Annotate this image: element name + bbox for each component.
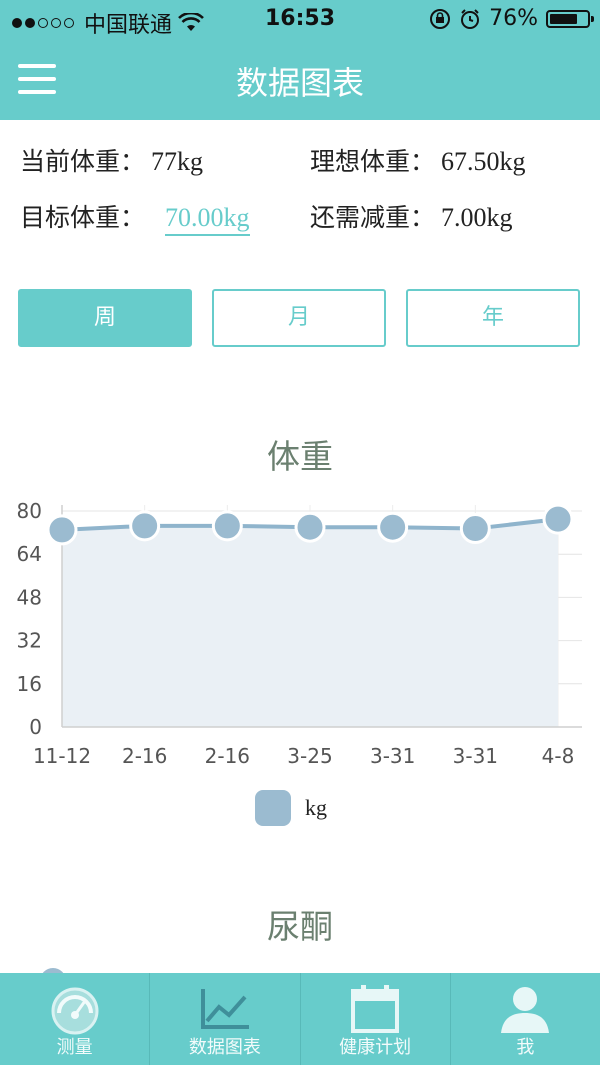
- navigation-bar: 数据图表: [0, 40, 600, 120]
- legend-label: kg: [305, 795, 327, 820]
- user-icon: [501, 987, 550, 1033]
- weight-chart-title: 体重: [267, 437, 333, 476]
- y-tick-label: 80: [17, 499, 42, 523]
- data-point: [211, 510, 243, 542]
- tab-health-plan-label: 健康计划: [339, 1037, 412, 1058]
- tab-health-plan[interactable]: 健康计划: [301, 973, 451, 1065]
- weight-info-panel: 当前体重： 77kg 理想体重： 67.50kg 目标体重： 70.00kg 还需减重…: [0, 120, 600, 260]
- y-tick-label: 48: [17, 585, 42, 609]
- tab-measure[interactable]: 测量: [0, 973, 151, 1065]
- y-tick-label: 32: [17, 629, 42, 653]
- x-tick-label: 2-16: [122, 744, 167, 768]
- y-tick-label: 0: [29, 715, 42, 739]
- data-point: [46, 514, 78, 546]
- line-chart-icon: [200, 989, 249, 1029]
- weight-chart: 0 16 32 48 64 80 11-12 2-16 2-16 3-25 3-31 3-31 4-8: [17, 499, 582, 768]
- x-tick-label: 11-12: [33, 744, 91, 768]
- current-weight-value: 77kg: [151, 147, 204, 176]
- y-tick-label: 16: [17, 672, 42, 696]
- urine-ketone-title: 尿酮: [267, 907, 333, 946]
- bottom-tab-bar: 测量 数据图表 健康计划 我: [0, 973, 600, 1065]
- tab-data-chart-label: 数据图表: [188, 1037, 261, 1058]
- orientation-lock-icon: [430, 8, 451, 29]
- legend-swatch: [255, 790, 291, 826]
- data-point: [459, 513, 491, 545]
- target-weight-link[interactable]: 70.00kg: [165, 203, 250, 236]
- remaining-weight-value: 7.00kg: [441, 203, 513, 232]
- status-bar: 中国联通 16:53 76%: [0, 0, 600, 40]
- x-tick-label: 3-31: [370, 744, 415, 768]
- tab-data-chart[interactable]: 数据图表: [150, 973, 301, 1065]
- page-title: 数据图表: [235, 64, 364, 102]
- battery-percentage: 76%: [489, 6, 538, 31]
- x-tick-label: 3-31: [453, 744, 498, 768]
- alarm-icon: [461, 8, 480, 29]
- current-weight: 当前体重： 77kg: [20, 142, 203, 178]
- tab-me-label: 我: [516, 1037, 535, 1058]
- segment-week[interactable]: 周: [18, 289, 192, 347]
- calendar-icon: [351, 985, 400, 1033]
- x-tick-label: 4-8: [542, 744, 575, 768]
- data-point: [542, 503, 574, 535]
- tab-me[interactable]: 我: [451, 973, 600, 1065]
- ideal-weight-value: 67.50kg: [441, 147, 526, 176]
- status-right: 76%: [429, 6, 594, 31]
- y-tick-label: 64: [17, 542, 42, 566]
- segment-year[interactable]: 年: [406, 289, 580, 347]
- series-area: [62, 519, 558, 727]
- tab-measure-label: 测量: [56, 1037, 93, 1058]
- segment-month[interactable]: 月: [212, 289, 386, 347]
- speedometer-icon: [51, 987, 99, 1035]
- data-point: [377, 511, 409, 543]
- chart-legend: kg: [255, 790, 327, 826]
- data-point: [294, 511, 326, 543]
- battery-icon: [546, 9, 594, 28]
- ideal-weight-label: 理想体重：: [310, 147, 436, 176]
- ideal-weight: 理想体重： 67.50kg: [310, 142, 526, 178]
- data-point: [129, 510, 161, 542]
- x-tick-label: 2-16: [205, 744, 250, 768]
- target-weight: 目标体重： 70.00kg: [20, 198, 250, 236]
- remaining-weight: 还需减重： 7.00kg: [310, 198, 513, 234]
- remaining-weight-label: 还需减重：: [310, 203, 436, 232]
- target-weight-label: 目标体重：: [20, 203, 146, 232]
- x-tick-label: 3-25: [287, 744, 332, 768]
- current-weight-label: 当前体重：: [20, 147, 146, 176]
